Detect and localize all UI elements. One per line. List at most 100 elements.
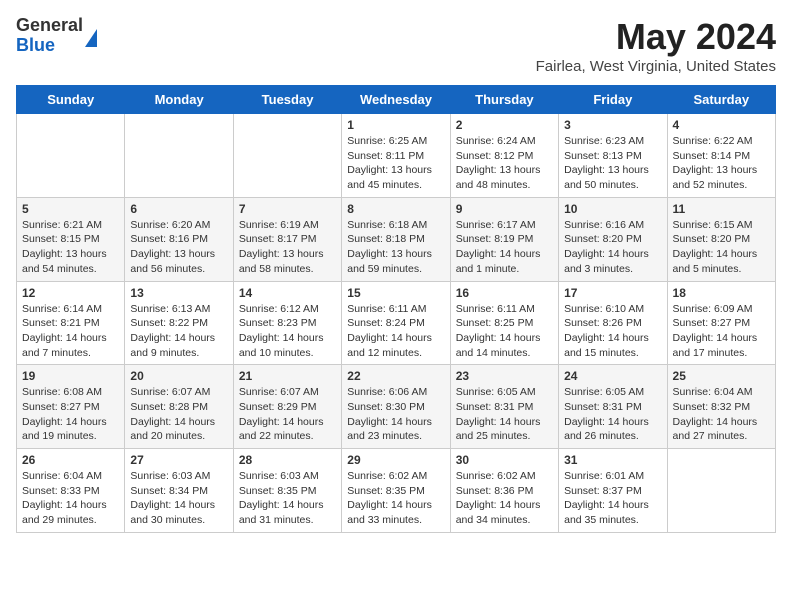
calendar-day-cell: 8 Sunrise: 6:18 AMSunset: 8:18 PMDaylight…: [342, 197, 450, 281]
calendar-day-cell: 1 Sunrise: 6:25 AMSunset: 8:11 PMDaylight…: [342, 114, 450, 198]
logo-blue: Blue: [16, 36, 83, 56]
logo-arrow-icon: [85, 29, 97, 47]
day-info: Sunrise: 6:07 AMSunset: 8:28 PMDaylight:…: [130, 386, 215, 442]
day-number: 4: [673, 118, 770, 132]
calendar-header: SundayMondayTuesdayWednesdayThursdayFrid…: [17, 86, 776, 114]
header-row: SundayMondayTuesdayWednesdayThursdayFrid…: [17, 86, 776, 114]
day-info: Sunrise: 6:21 AMSunset: 8:15 PMDaylight:…: [22, 219, 107, 275]
calendar-week-row: 1 Sunrise: 6:25 AMSunset: 8:11 PMDaylight…: [17, 114, 776, 198]
calendar-day-cell: 31 Sunrise: 6:01 AMSunset: 8:37 PMDayligh…: [559, 449, 667, 533]
day-number: 3: [564, 118, 661, 132]
day-info: Sunrise: 6:04 AMSunset: 8:33 PMDaylight:…: [22, 470, 107, 526]
day-number: 9: [456, 202, 553, 216]
calendar-week-row: 26 Sunrise: 6:04 AMSunset: 8:33 PMDayligh…: [17, 449, 776, 533]
logo: General Blue: [16, 16, 97, 56]
calendar-day-cell: 24Sunrise: 6:05 AMSunset: 8:31 PMDayligh…: [559, 365, 667, 449]
calendar-week-row: 12 Sunrise: 6:14 AMSunset: 8:21 PMDayligh…: [17, 281, 776, 365]
calendar-week-row: 5 Sunrise: 6:21 AMSunset: 8:15 PMDaylight…: [17, 197, 776, 281]
day-number: 28: [239, 453, 336, 467]
calendar-day-cell: 25Sunrise: 6:04 AMSunset: 8:32 PMDayligh…: [667, 365, 775, 449]
day-info: Sunrise: 6:06 AMSunset: 8:30 PMDaylight:…: [347, 386, 432, 442]
weekday-header: Saturday: [667, 86, 775, 114]
calendar-table: SundayMondayTuesdayWednesdayThursdayFrid…: [16, 85, 776, 533]
day-info: Sunrise: 6:16 AMSunset: 8:20 PMDaylight:…: [564, 219, 649, 275]
logo-general: General: [16, 16, 83, 36]
calendar-day-cell: 15 Sunrise: 6:11 AMSunset: 8:24 PMDayligh…: [342, 281, 450, 365]
day-info: Sunrise: 6:11 AMSunset: 8:25 PMDaylight:…: [456, 303, 541, 359]
day-number: 8: [347, 202, 444, 216]
calendar-day-cell: [17, 114, 125, 198]
calendar-day-cell: 22 Sunrise: 6:06 AMSunset: 8:30 PMDayligh…: [342, 365, 450, 449]
calendar-day-cell: [667, 449, 775, 533]
day-info: Sunrise: 6:12 AMSunset: 8:23 PMDaylight:…: [239, 303, 324, 359]
day-info: Sunrise: 6:23 AMSunset: 8:13 PMDaylight:…: [564, 135, 649, 191]
calendar-day-cell: 27 Sunrise: 6:03 AMSunset: 8:34 PMDayligh…: [125, 449, 233, 533]
day-number: 10: [564, 202, 661, 216]
calendar-day-cell: 2Sunrise: 6:24 AMSunset: 8:12 PMDaylight…: [450, 114, 558, 198]
weekday-header: Friday: [559, 86, 667, 114]
day-info: Sunrise: 6:14 AMSunset: 8:21 PMDaylight:…: [22, 303, 107, 359]
calendar-day-cell: 30 Sunrise: 6:02 AMSunset: 8:36 PMDayligh…: [450, 449, 558, 533]
day-number: 19: [22, 369, 119, 383]
calendar-day-cell: 16 Sunrise: 6:11 AMSunset: 8:25 PMDayligh…: [450, 281, 558, 365]
weekday-header: Sunday: [17, 86, 125, 114]
day-number: 16: [456, 286, 553, 300]
day-number: 11: [673, 202, 770, 216]
day-info: Sunrise: 6:03 AMSunset: 8:35 PMDaylight:…: [239, 470, 324, 526]
day-info: Sunrise: 6:05 AMSunset: 8:31 PMDaylight:…: [456, 386, 541, 442]
day-info: Sunrise: 6:01 AMSunset: 8:37 PMDaylight:…: [564, 470, 649, 526]
day-number: 12: [22, 286, 119, 300]
day-number: 14: [239, 286, 336, 300]
day-info: Sunrise: 6:04 AMSunset: 8:32 PMDaylight:…: [673, 386, 758, 442]
weekday-header: Tuesday: [233, 86, 341, 114]
day-number: 1: [347, 118, 444, 132]
day-number: 17: [564, 286, 661, 300]
month-title: May 2024: [536, 16, 776, 58]
day-number: 21: [239, 369, 336, 383]
calendar-body: 1 Sunrise: 6:25 AMSunset: 8:11 PMDaylight…: [17, 114, 776, 533]
calendar-day-cell: 13 Sunrise: 6:13 AMSunset: 8:22 PMDayligh…: [125, 281, 233, 365]
day-number: 15: [347, 286, 444, 300]
day-info: Sunrise: 6:02 AMSunset: 8:36 PMDaylight:…: [456, 470, 541, 526]
calendar-day-cell: 6Sunrise: 6:20 AMSunset: 8:16 PMDaylight…: [125, 197, 233, 281]
calendar-day-cell: 17 Sunrise: 6:10 AMSunset: 8:26 PMDayligh…: [559, 281, 667, 365]
day-info: Sunrise: 6:22 AMSunset: 8:14 PMDaylight:…: [673, 135, 758, 191]
day-info: Sunrise: 6:03 AMSunset: 8:34 PMDaylight:…: [130, 470, 215, 526]
day-number: 31: [564, 453, 661, 467]
weekday-header: Wednesday: [342, 86, 450, 114]
day-info: Sunrise: 6:24 AMSunset: 8:12 PMDaylight:…: [456, 135, 541, 191]
day-number: 22: [347, 369, 444, 383]
calendar-day-cell: 10 Sunrise: 6:16 AMSunset: 8:20 PMDayligh…: [559, 197, 667, 281]
day-number: 23: [456, 369, 553, 383]
calendar-day-cell: 7Sunrise: 6:19 AMSunset: 8:17 PMDaylight…: [233, 197, 341, 281]
day-number: 29: [347, 453, 444, 467]
logo-text: General Blue: [16, 16, 83, 56]
day-number: 26: [22, 453, 119, 467]
calendar-day-cell: 20 Sunrise: 6:07 AMSunset: 8:28 PMDayligh…: [125, 365, 233, 449]
day-info: Sunrise: 6:25 AMSunset: 8:11 PMDaylight:…: [347, 135, 432, 191]
calendar-day-cell: 28 Sunrise: 6:03 AMSunset: 8:35 PMDayligh…: [233, 449, 341, 533]
day-info: Sunrise: 6:18 AMSunset: 8:18 PMDaylight:…: [347, 219, 432, 275]
calendar-day-cell: 14 Sunrise: 6:12 AMSunset: 8:23 PMDayligh…: [233, 281, 341, 365]
day-info: Sunrise: 6:08 AMSunset: 8:27 PMDaylight:…: [22, 386, 107, 442]
day-number: 20: [130, 369, 227, 383]
day-number: 18: [673, 286, 770, 300]
calendar-day-cell: [233, 114, 341, 198]
day-info: Sunrise: 6:13 AMSunset: 8:22 PMDaylight:…: [130, 303, 215, 359]
day-number: 13: [130, 286, 227, 300]
day-number: 7: [239, 202, 336, 216]
calendar-day-cell: 11Sunrise: 6:15 AMSunset: 8:20 PMDayligh…: [667, 197, 775, 281]
weekday-header: Thursday: [450, 86, 558, 114]
weekday-header: Monday: [125, 86, 233, 114]
day-number: 6: [130, 202, 227, 216]
calendar-day-cell: 18 Sunrise: 6:09 AMSunset: 8:27 PMDayligh…: [667, 281, 775, 365]
day-number: 5: [22, 202, 119, 216]
day-info: Sunrise: 6:09 AMSunset: 8:27 PMDaylight:…: [673, 303, 758, 359]
day-number: 30: [456, 453, 553, 467]
day-info: Sunrise: 6:07 AMSunset: 8:29 PMDaylight:…: [239, 386, 324, 442]
day-info: Sunrise: 6:10 AMSunset: 8:26 PMDaylight:…: [564, 303, 649, 359]
calendar-day-cell: 4 Sunrise: 6:22 AMSunset: 8:14 PMDaylight…: [667, 114, 775, 198]
calendar-day-cell: 26 Sunrise: 6:04 AMSunset: 8:33 PMDayligh…: [17, 449, 125, 533]
day-info: Sunrise: 6:11 AMSunset: 8:24 PMDaylight:…: [347, 303, 432, 359]
day-number: 27: [130, 453, 227, 467]
